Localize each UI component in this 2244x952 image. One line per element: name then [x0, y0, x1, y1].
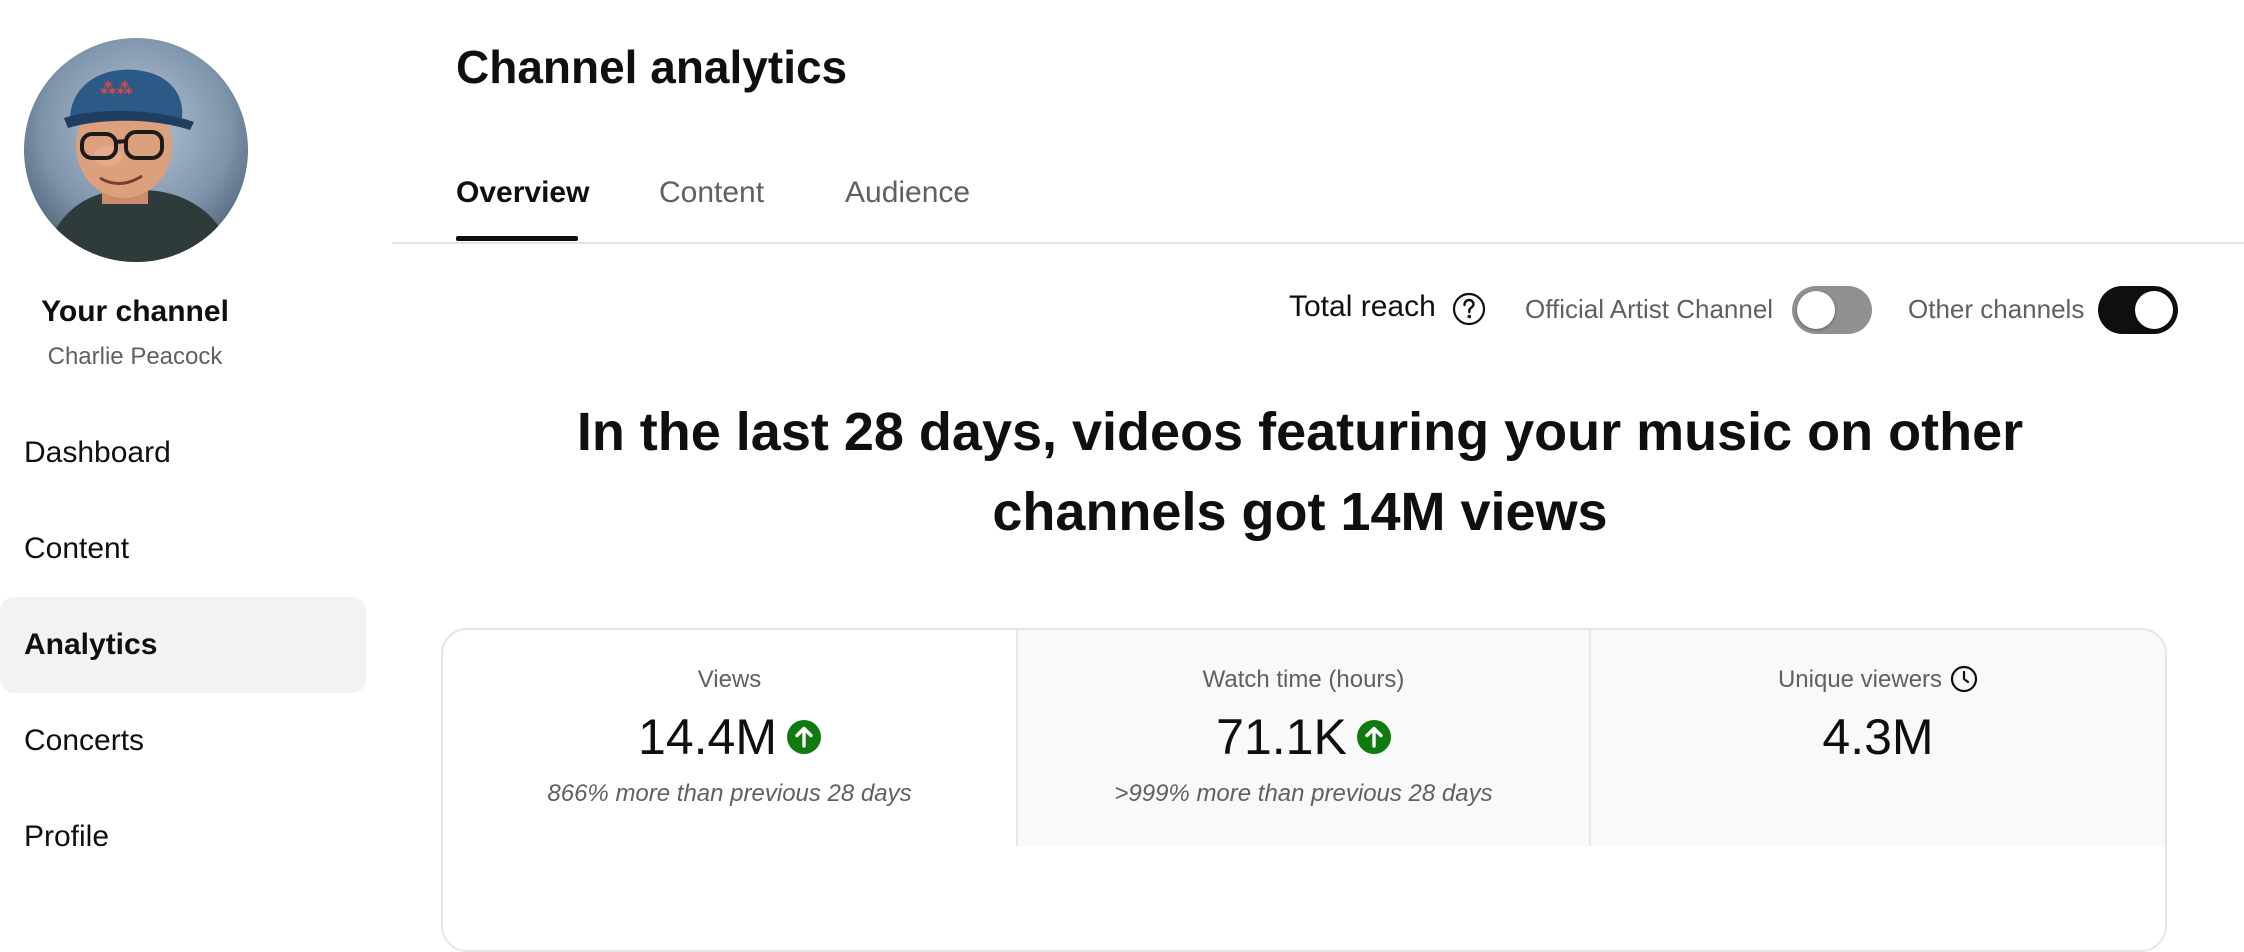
clock-icon — [1950, 665, 1978, 692]
toggle-knob — [2135, 291, 2173, 329]
official-artist-channel-toggle[interactable] — [1792, 286, 1872, 334]
official-artist-channel-label: Official Artist Channel — [1525, 294, 1774, 324]
tab-audience[interactable]: Audience — [845, 176, 970, 210]
channel-title: Your channel — [41, 295, 229, 328]
metric-value: 4.3M — [1822, 709, 1934, 765]
metric-value-container: 71.1K — [1018, 708, 1589, 766]
metric-label: Watch time (hours) — [1202, 666, 1405, 693]
tab-overview[interactable]: Overview — [456, 176, 589, 210]
metric-value: 71.1K — [1216, 709, 1347, 765]
svg-text:⁂⁂: ⁂⁂ — [100, 79, 133, 98]
headline: In the last 28 days, videos featuring yo… — [560, 392, 2040, 552]
avatar-portrait-image: ⁂⁂ — [24, 38, 248, 262]
sidebar-item-content[interactable]: Content — [0, 501, 366, 597]
metric-watch-time[interactable]: Watch time (hours) 71.1K >999% more than… — [1016, 630, 1589, 846]
active-tab-indicator — [456, 236, 578, 241]
sidebar-item-profile[interactable]: Profile — [0, 789, 366, 885]
headline-line-2: channels got 14M views — [992, 482, 1608, 542]
metric-unique-viewers[interactable]: Unique viewers 4.3M — [1589, 630, 2165, 846]
toggle-knob — [1797, 291, 1835, 329]
arrow-up-circle-icon — [786, 719, 821, 754]
metric-change: 866% more than previous 28 days — [547, 780, 912, 807]
metric-label: Views — [697, 666, 762, 693]
metric-value-container: 14.4M — [443, 708, 1016, 766]
channel-avatar[interactable]: ⁂⁂ — [24, 38, 248, 262]
help-icon[interactable] — [1452, 292, 1486, 326]
sidebar-item-concerts[interactable]: Concerts — [0, 693, 366, 789]
arrow-up-circle-icon — [1356, 719, 1391, 754]
sidebar: ⁂⁂ Your channel Charlie Peacock Dashboar… — [0, 0, 392, 918]
total-reach-label: Total reach — [1289, 290, 1436, 323]
sidebar-item-analytics[interactable]: Analytics — [0, 597, 366, 693]
page-title: Channel analytics — [456, 41, 848, 93]
channel-name: Charlie Peacock — [47, 343, 223, 370]
other-channels-label: Other channels — [1908, 294, 2085, 324]
headline-line-1: In the last 28 days, videos featuring yo… — [576, 402, 2024, 462]
other-channels-toggle[interactable] — [2098, 286, 2178, 334]
sidebar-item-dashboard[interactable]: Dashboard — [0, 405, 366, 501]
metric-change: >999% more than previous 28 days — [1114, 780, 1493, 807]
metric-label-container: Unique viewers — [1591, 665, 2165, 695]
tab-content[interactable]: Content — [659, 176, 764, 210]
metric-views[interactable]: Views 14.4M 866% more than previous 28 d… — [443, 630, 1016, 846]
metrics-card: Views 14.4M 866% more than previous 28 d… — [441, 628, 2167, 952]
metric-label: Unique viewers — [1777, 666, 1943, 693]
metric-value: 14.4M — [638, 709, 777, 765]
